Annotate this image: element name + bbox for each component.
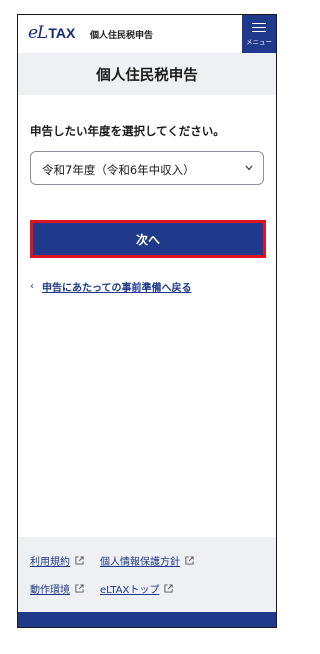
footer-link-label: 個人情報保護方針 [100, 557, 180, 568]
year-select-value: 令和7年度（令和6年中収入） [42, 163, 195, 177]
chevron-down-icon [245, 165, 253, 171]
hamburger-icon [252, 22, 266, 33]
eltax-logo[interactable]: eL TAX [28, 23, 75, 43]
chevron-left-icon: ‹ [30, 281, 34, 292]
external-link-icon [75, 584, 84, 593]
footer-link-label: 動作環境 [30, 585, 70, 596]
bottom-bar [18, 612, 276, 627]
logo-mark: eL [28, 23, 48, 43]
menu-button[interactable]: メニュー [242, 15, 276, 53]
logo-tax: TAX [48, 25, 76, 41]
footer-link-privacy[interactable]: 個人情報保護方針 [100, 553, 194, 568]
footer-link-terms[interactable]: 利用規約 [30, 553, 84, 568]
footer: 利用規約 個人情報保護方針 動作環境 eLTAXトップ [18, 537, 276, 612]
app-frame: eL TAX 個人住民税申告 メニュー 個人住民税申告 申告したい年度を選択して… [17, 14, 277, 628]
footer-row-2: 動作環境 eLTAXトップ [30, 581, 189, 596]
header: eL TAX 個人住民税申告 メニュー [18, 15, 276, 53]
back-link[interactable]: ‹ 申告にあたっての事前準備へ戻る [30, 279, 192, 294]
external-link-icon [75, 556, 84, 565]
back-link-text: 申告にあたっての事前準備へ戻る [42, 283, 192, 294]
year-select[interactable]: 令和7年度（令和6年中収入） [30, 151, 264, 185]
footer-row-1: 利用規約 個人情報保護方針 [30, 553, 210, 568]
next-button-label: 次へ [135, 232, 160, 247]
footer-link-label: 利用規約 [30, 557, 70, 568]
footer-link-label: eLTAXトップ [100, 585, 160, 596]
menu-label: メニュー [246, 37, 272, 46]
external-link-icon [164, 584, 173, 593]
next-button[interactable]: 次へ [30, 220, 266, 258]
footer-link-environment[interactable]: 動作環境 [30, 581, 84, 596]
page-title: 個人住民税申告 [96, 67, 198, 84]
footer-link-eltax-top[interactable]: eLTAXトップ [100, 581, 173, 596]
page-title-bar: 個人住民税申告 [18, 53, 276, 95]
select-prompt: 申告したい年度を選択してください。 [30, 124, 225, 138]
external-link-icon [185, 556, 194, 565]
site-title: 個人住民税申告 [90, 31, 154, 41]
